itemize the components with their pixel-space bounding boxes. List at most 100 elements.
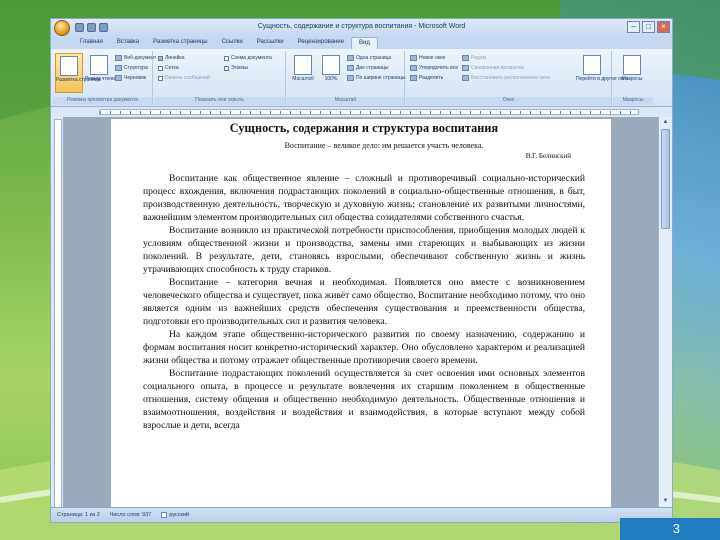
web-layout-option[interactable]: Веб-документ [115,55,156,61]
message-bar-checkbox[interactable]: Панель сообщений [158,75,210,81]
group-zoom: Масштаб 100% Одна страница Две страницы … [287,51,405,105]
ruler-tick [120,111,121,114]
switch-windows-button[interactable]: Перейти в другое окно [576,53,629,93]
ruler-tick [140,111,141,114]
tab-page-layout[interactable]: Разметка страницы [146,37,214,49]
tab-insert[interactable]: Вставка [110,37,146,49]
document-map-checkbox[interactable]: Схема документа [224,55,272,61]
ruler-tick [320,111,321,114]
vertical-scrollbar[interactable]: ▲ ▼ [658,117,672,507]
ruler-tick [410,111,411,114]
reset-window-option[interactable]: Восстановить расположение окна [462,75,550,81]
ruler-tick [580,111,581,114]
grid-checkbox[interactable]: Сетка [158,65,179,71]
switch-windows-icon [583,55,601,75]
language-indicator[interactable]: русский [161,512,189,518]
tab-review[interactable]: Рецензирование [291,37,351,49]
draft-option[interactable]: Черновик [115,75,146,81]
ruler-tick [520,111,521,114]
reading-mode-button[interactable]: Режим чтения [85,53,118,93]
ruler-tick [350,111,351,114]
ruler-tick [530,111,531,114]
magnifier-icon [294,55,312,75]
ruler-tick [230,111,231,114]
one-page-option[interactable]: Одна страница [347,55,391,61]
ruler-tick [220,111,221,114]
tab-mailings[interactable]: Рассылки [250,37,291,49]
window-title: Сущность, содержание и структура воспита… [257,23,466,30]
ruler-tick [450,111,451,114]
two-pages-option[interactable]: Две страницы [347,65,389,71]
ruler-tick [340,111,341,114]
side-by-side-option[interactable]: Рядом [462,55,486,61]
ruler-tick [130,111,131,114]
ruler-tick [250,111,251,114]
page-width-option[interactable]: По ширине страницы [347,75,405,81]
paragraph: Воспитание возникло из практической потр… [143,225,585,275]
ruler-tick [560,111,561,114]
new-window-option[interactable]: Новое окно [410,55,445,61]
ruler-tick [260,111,261,114]
ruler-tick [590,111,591,114]
print-layout-icon [60,56,78,76]
ruler-tick [280,111,281,114]
scroll-thumb[interactable] [661,129,670,229]
ruler-tick [150,111,151,114]
ribbon: Разметка страницы Режим чтения Веб-докум… [51,49,672,107]
ruler-tick [190,111,191,114]
ruler-tick [360,111,361,114]
synchronous-scroll-option[interactable]: Синхронная прокрутка [462,65,524,71]
arrange-all-option[interactable]: Упорядочить все [410,65,458,71]
macros-button[interactable]: Макросы [618,53,646,93]
paragraph: Воспитание – категория вечная и необходи… [143,277,585,327]
tab-home[interactable]: Главная [73,37,110,49]
ruler-tick [630,111,631,114]
ruler-tick [430,111,431,114]
print-layout-button[interactable]: Разметка страницы [55,53,101,93]
document-title: Сущность, содержания и структура воспита… [229,121,499,135]
ruler-tick [460,111,461,114]
tab-references[interactable]: Ссылки [215,37,250,49]
ruler-tick [540,111,541,114]
epigraph: Воспитание – великое дело: им решается у… [284,141,484,150]
ruler-tick [180,111,181,114]
status-bar: Страница: 1 из 2 Число слов: 937 русский [51,507,672,522]
outline-option[interactable]: Структура [115,65,148,71]
ruler-tick [500,111,501,114]
paragraph: На каждом этапе общественно-историческог… [143,329,585,366]
maximize-button[interactable]: □ [642,21,655,33]
group-window: Новое окно Упорядочить все Разделить Ряд… [406,51,629,105]
group-macros: Макросы Макросы [613,51,653,105]
paragraph: Воспитание подрастающих поколений осущес… [143,368,585,431]
window-controls: – □ × [627,21,670,33]
ruler-checkbox[interactable]: Линейка [158,55,185,61]
thumbnails-checkbox[interactable]: Эскизы [224,65,248,71]
word-count[interactable]: Число слов: 937 [110,512,152,518]
ruler-tick [330,111,331,114]
ruler-tick [100,111,101,114]
split-option[interactable]: Разделить [410,75,443,81]
ruler-tick [170,111,171,114]
paragraph: Воспитание как общественное явление – сл… [143,173,585,223]
page-count[interactable]: Страница: 1 из 2 [57,512,100,518]
macros-icon [623,55,641,75]
document-page[interactable]: Сущность, содержания и структура воспита… [111,119,611,519]
scroll-up-icon[interactable]: ▲ [661,118,670,127]
ruler-tick [160,111,161,114]
ruler-tick [110,111,111,114]
zoom-100-icon [322,55,340,75]
close-button[interactable]: × [657,21,670,33]
zoom-100-button[interactable]: 100% [317,53,345,93]
ruler-tick [370,111,371,114]
ruler-scale[interactable] [99,109,639,115]
ruler-tick [240,111,241,114]
ruler-tick [270,111,271,114]
ruler-tick [390,111,391,114]
tab-view[interactable]: Вид [351,37,378,49]
zoom-button[interactable]: Масштаб [289,53,317,93]
ruler-tick [200,111,201,114]
minimize-button[interactable]: – [627,21,640,33]
horizontal-ruler [51,107,672,117]
ruler-tick [210,111,211,114]
scroll-down-icon[interactable]: ▼ [661,497,670,506]
